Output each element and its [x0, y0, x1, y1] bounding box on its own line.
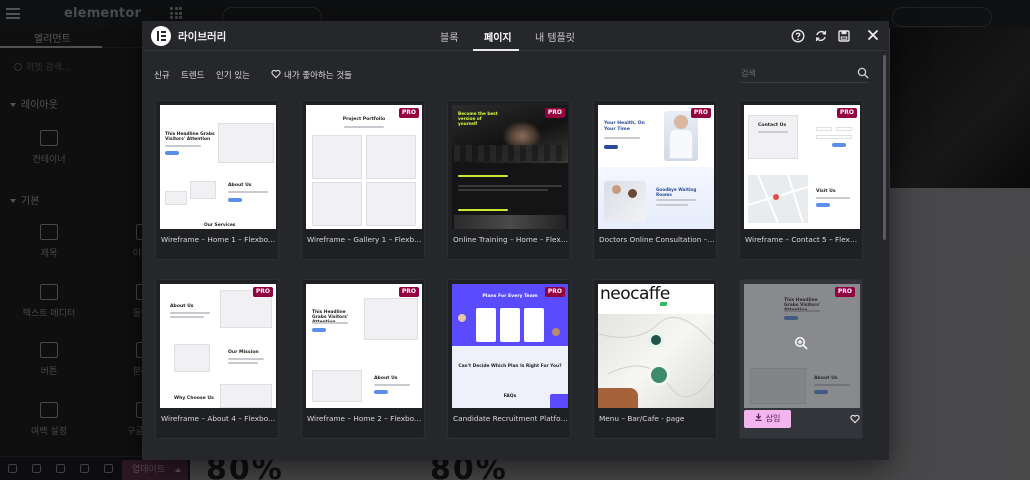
template-card[interactable]: PRO Become the best version of yourself …: [447, 100, 571, 260]
template-title: Candidate Recruitment Platform - page: [453, 414, 569, 423]
template-thumbnail: PRO Your Health, On Your Time Goodbye Wa…: [598, 105, 714, 229]
library-title: 라이브러리: [178, 31, 227, 43]
help-icon[interactable]: [791, 29, 805, 43]
heart-icon: [271, 69, 281, 79]
screen: elementor 엘리먼트 위젯 검색... 레이아웃 컨테이너 기본 제목 …: [0, 0, 1030, 480]
template-card[interactable]: PRO Your Health, On Your Time Goodbye Wa…: [593, 100, 717, 260]
save-template-icon[interactable]: [837, 29, 851, 43]
template-thumbnail: PRO Project Portfolio: [306, 105, 422, 229]
search-icon[interactable]: [857, 67, 869, 79]
template-thumbnail: PRO About Us Our Mission Why Choose Us: [160, 284, 276, 408]
template-thumbnail: PRO Become the best version of yourself: [452, 105, 568, 229]
template-card[interactable]: PRO Contact Us Visit Us Wireframe – Cont…: [739, 100, 863, 260]
template-title: Doctors Online Consultation – Flexbox - …: [599, 235, 715, 244]
template-card[interactable]: PRO About Us Our Mission Why Choose Us W…: [155, 279, 279, 439]
pro-badge: PRO: [398, 108, 419, 118]
pro-badge: PRO: [836, 108, 857, 118]
filter-new[interactable]: 신규: [154, 69, 170, 81]
template-library-modal: 라이브러리 블록 페이지 내 템플릿 신규 트렌드 인기 있는 내가 좋아하는 …: [142, 21, 889, 460]
template-title: Wireframe – Contact 5 – Flexbox - page: [745, 235, 861, 244]
pro-badge: PRO: [834, 287, 855, 297]
active-tab-indicator: [473, 49, 519, 51]
template-title: Online Training – Home – Flexbox - page: [453, 235, 569, 244]
thumb-headline: Become the best version of yourself: [458, 111, 498, 126]
thumb-heading: About Us: [374, 376, 398, 381]
template-card[interactable]: PRO Project Portfolio Wireframe – Galler…: [301, 100, 425, 260]
search-input[interactable]: [741, 65, 851, 81]
template-title: Wireframe – About 4 – Flexbox - page: [161, 414, 277, 423]
template-card[interactable]: This Headline Grabs Visitors' Attention …: [155, 100, 279, 260]
filter-favorites[interactable]: 내가 좋아하는 것들: [284, 69, 352, 81]
thumb-heading: Visit Us: [816, 189, 836, 194]
thumb-heading: About Us: [814, 376, 838, 381]
template-title: Wireframe – Home 1 – Flexbox - page: [161, 235, 277, 244]
library-search[interactable]: [741, 65, 869, 83]
favorite-heart-icon[interactable]: [850, 414, 860, 424]
filter-popular[interactable]: 인기 있는: [216, 69, 250, 81]
template-title: Wireframe – Gallery 1 – Flexbox - page: [307, 235, 423, 244]
thumb-heading: Why Choose Us: [174, 396, 214, 401]
template-title: Wireframe – Home 2 – Flexbox - page: [307, 414, 423, 423]
template-title: Menu – Bar/Cafe - page: [599, 414, 685, 423]
thumb-headline: This Headline Grabs Visitors' Attention: [165, 132, 215, 142]
pro-badge: PRO: [398, 287, 419, 297]
pro-badge: PRO: [252, 287, 273, 297]
tab-pages[interactable]: 페이지: [484, 29, 512, 44]
template-thumbnail: PRO Contact Us Visit Us: [744, 105, 860, 229]
thumb-heading: Contact Us: [758, 123, 787, 128]
pro-badge: PRO: [544, 108, 565, 118]
tab-my-templates[interactable]: 내 템플릿: [535, 29, 575, 44]
download-icon: [755, 413, 762, 421]
thumb-headline: Your Health, On Your Time: [604, 121, 645, 132]
template-card[interactable]: PRO Plans For Every Team Can't Decide Wh…: [447, 279, 571, 439]
thumb-heading: Our Mission: [228, 350, 259, 355]
pro-badge: PRO: [690, 108, 711, 118]
sync-icon[interactable]: [814, 29, 828, 43]
elementor-e-icon: [151, 26, 171, 46]
template-card[interactable]: neocaffe Menu – Bar/Cafe - page: [593, 279, 717, 439]
thumb-heading: Goodbye Waiting Rooms: [656, 187, 697, 197]
thumb-heading: About Us: [170, 304, 194, 309]
thumb-heading: Our Services: [204, 223, 236, 228]
template-card[interactable]: PRO This Headline Grabs Visitors' Attent…: [301, 279, 425, 439]
pro-badge: PRO: [544, 287, 565, 297]
template-thumbnail: PRO This Headline Grabs Visitors' Attent…: [306, 284, 422, 408]
filter-bar: 신규 트렌드 인기 있는 내가 좋아하는 것들: [142, 52, 889, 92]
scrollbar[interactable]: [883, 55, 886, 240]
insert-label: 삽입: [765, 414, 781, 423]
tab-blocks[interactable]: 블록: [440, 29, 458, 44]
template-thumbnail: This Headline Grabs Visitors' Attention …: [160, 105, 276, 229]
thumb-heading: About Us: [228, 183, 252, 188]
close-icon[interactable]: [866, 28, 880, 42]
template-thumbnail: neocaffe: [598, 284, 714, 408]
thumb-heading: Can't Decide Which Plan Is Right For You…: [458, 364, 562, 369]
thumb-logo: neocaffe: [600, 284, 670, 304]
zoom-in-icon[interactable]: [794, 336, 808, 350]
template-thumbnail: PRO Plans For Every Team Can't Decide Wh…: [452, 284, 568, 408]
insert-button[interactable]: 삽입: [744, 410, 791, 428]
modal-header: 라이브러리 블록 페이지 내 템플릿: [142, 21, 889, 51]
template-card-hovered[interactable]: This Headline Grabs Visitors' Attention …: [739, 279, 863, 439]
filter-trend[interactable]: 트렌드: [181, 69, 204, 81]
